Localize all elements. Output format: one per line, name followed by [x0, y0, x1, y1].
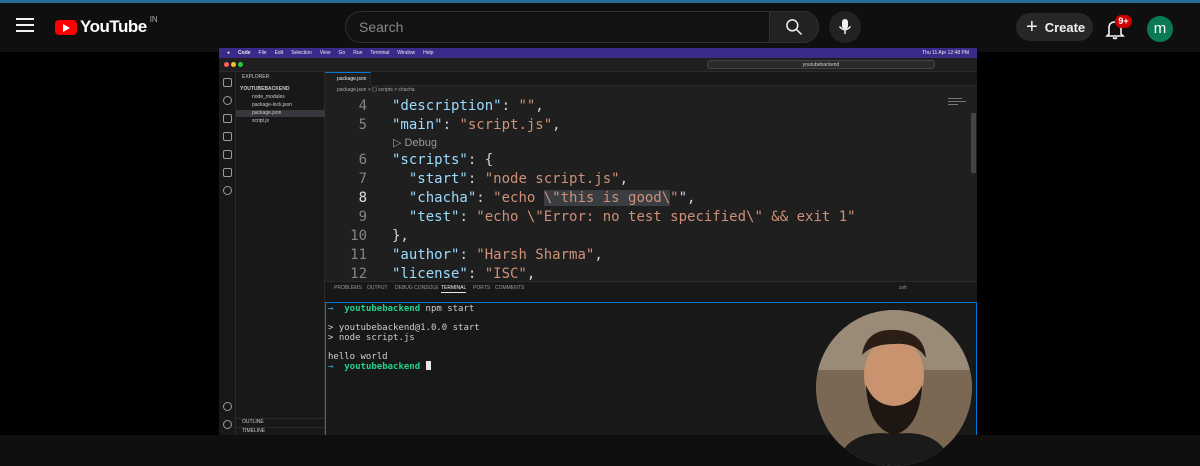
minimap [948, 98, 966, 105]
logo-region: IN [149, 14, 158, 24]
line-number: 9 [358, 209, 367, 225]
vscode-titlebar: youtubebackend [219, 58, 977, 72]
notification-badge: 9+ [1115, 15, 1132, 28]
menubar-item: Help [423, 50, 434, 56]
search-box [345, 11, 769, 43]
panel-tab-terminal: TERMINAL [441, 285, 467, 293]
run-debug-icon [223, 132, 232, 141]
debug-codelens: ▷ Debug [393, 137, 437, 149]
explorer-sidebar: EXPLORER YOUTUBEBACKEND node_modules pac… [236, 72, 325, 435]
line-number-active: 8 [358, 190, 367, 206]
menubar-item: Edit [274, 50, 284, 56]
editor-tabs: package.json [325, 72, 977, 86]
logo-text: YouTube [80, 17, 147, 36]
presenter-image [816, 310, 972, 466]
voice-search-button[interactable] [829, 11, 861, 43]
panel-tab-output: OUTPUT [367, 285, 388, 291]
line-number: 4 [358, 98, 367, 114]
account-icon [223, 402, 232, 411]
mic-icon [838, 19, 852, 34]
create-label: Create [1044, 19, 1086, 35]
minimize-window-icon [231, 62, 236, 67]
create-button[interactable]: + Create [1016, 13, 1093, 41]
code-line: "scripts": { [392, 152, 494, 168]
maximize-window-icon [238, 62, 243, 67]
command-center: youtubebackend [707, 60, 935, 69]
youtube-play-icon [55, 19, 77, 35]
menubar-item: Terminal [370, 50, 390, 56]
tree-item-node-modules: node_modules [252, 94, 285, 100]
line-number: 10 [350, 228, 367, 244]
apple-icon: ● [227, 50, 231, 56]
code-line: "start": "node script.js", [408, 171, 629, 187]
tree-item-script-js: script.js [252, 118, 269, 124]
code-line: "test": "echo \"Error: no test specified… [408, 209, 856, 225]
tree-item-package-lock: package-lock.json [252, 102, 293, 108]
menubar-item: View [319, 50, 331, 56]
search-input[interactable] [346, 12, 769, 42]
webcam-overlay [816, 310, 972, 466]
code-line: "description": "", [392, 98, 544, 114]
code-line: "main": "script.js", [392, 117, 561, 133]
line-number: 6 [358, 152, 367, 168]
code-editor: 4 "description": "", 5 "main": "script.j… [325, 95, 977, 281]
panel-tab-debug-console: DEBUG CONSOLE [395, 285, 439, 291]
line-number: 7 [358, 171, 367, 187]
panel-tab-comments: COMMENTS [495, 285, 525, 291]
search-icon [223, 96, 232, 105]
code-line: "author": "Harsh Sharma", [392, 247, 603, 263]
explorer-root: YOUTUBEBACKEND [240, 86, 290, 92]
source-control-icon [223, 114, 232, 123]
codelens-label: Debug [404, 137, 437, 149]
panel-tab-problems: PROBLEMS [334, 285, 362, 291]
explorer-icon [223, 78, 232, 87]
menubar-item: Run [353, 50, 363, 56]
outline-section: OUTLINE [236, 418, 325, 425]
line-number: 5 [358, 117, 367, 133]
code-line: }, [392, 228, 409, 244]
menubar-item: Code [238, 50, 251, 56]
remote-icon [223, 168, 232, 177]
menubar-clock: Thu 11 Apr 12:48 PM [922, 50, 969, 56]
line-number: 11 [350, 247, 367, 263]
extensions-icon [223, 150, 232, 159]
youtube-header: YouTube IN + Create 9+ m [0, 3, 1200, 52]
timeline-section: TIMELINE [236, 427, 325, 434]
github-icon [223, 186, 232, 195]
explorer-title: EXPLORER [242, 74, 270, 80]
editor-scrollbar[interactable] [971, 113, 976, 173]
terminal-shell-label: zsh [899, 285, 907, 291]
menubar-item: Window [397, 50, 416, 56]
menubar-item: Selection [291, 50, 312, 56]
search-icon [786, 19, 803, 36]
code-line: "license": "ISC", [392, 266, 536, 281]
menubar-item: Go [338, 50, 346, 56]
settings-gear-icon [223, 420, 232, 429]
youtube-logo[interactable]: YouTube IN [55, 14, 158, 38]
plus-icon: + [1026, 16, 1038, 38]
code-line-active: "chacha": "echo \"this is good\"", [408, 190, 696, 206]
line-number: 12 [350, 266, 367, 281]
panel-tab-ports: PORTS [473, 285, 491, 291]
search-button[interactable] [769, 11, 819, 43]
tab-package-json: package.json [325, 72, 371, 86]
mac-menubar: ● Code File Edit Selection View Go Run T… [219, 48, 977, 58]
breadcrumb: package.json > { } scripts > chacha [325, 86, 977, 95]
avatar[interactable]: m [1147, 16, 1173, 42]
menubar-item: File [258, 50, 267, 56]
close-window-icon [224, 62, 229, 67]
activity-bar [219, 72, 236, 435]
menu-icon[interactable] [14, 15, 36, 35]
tree-item-package-json: package.json [236, 110, 325, 117]
